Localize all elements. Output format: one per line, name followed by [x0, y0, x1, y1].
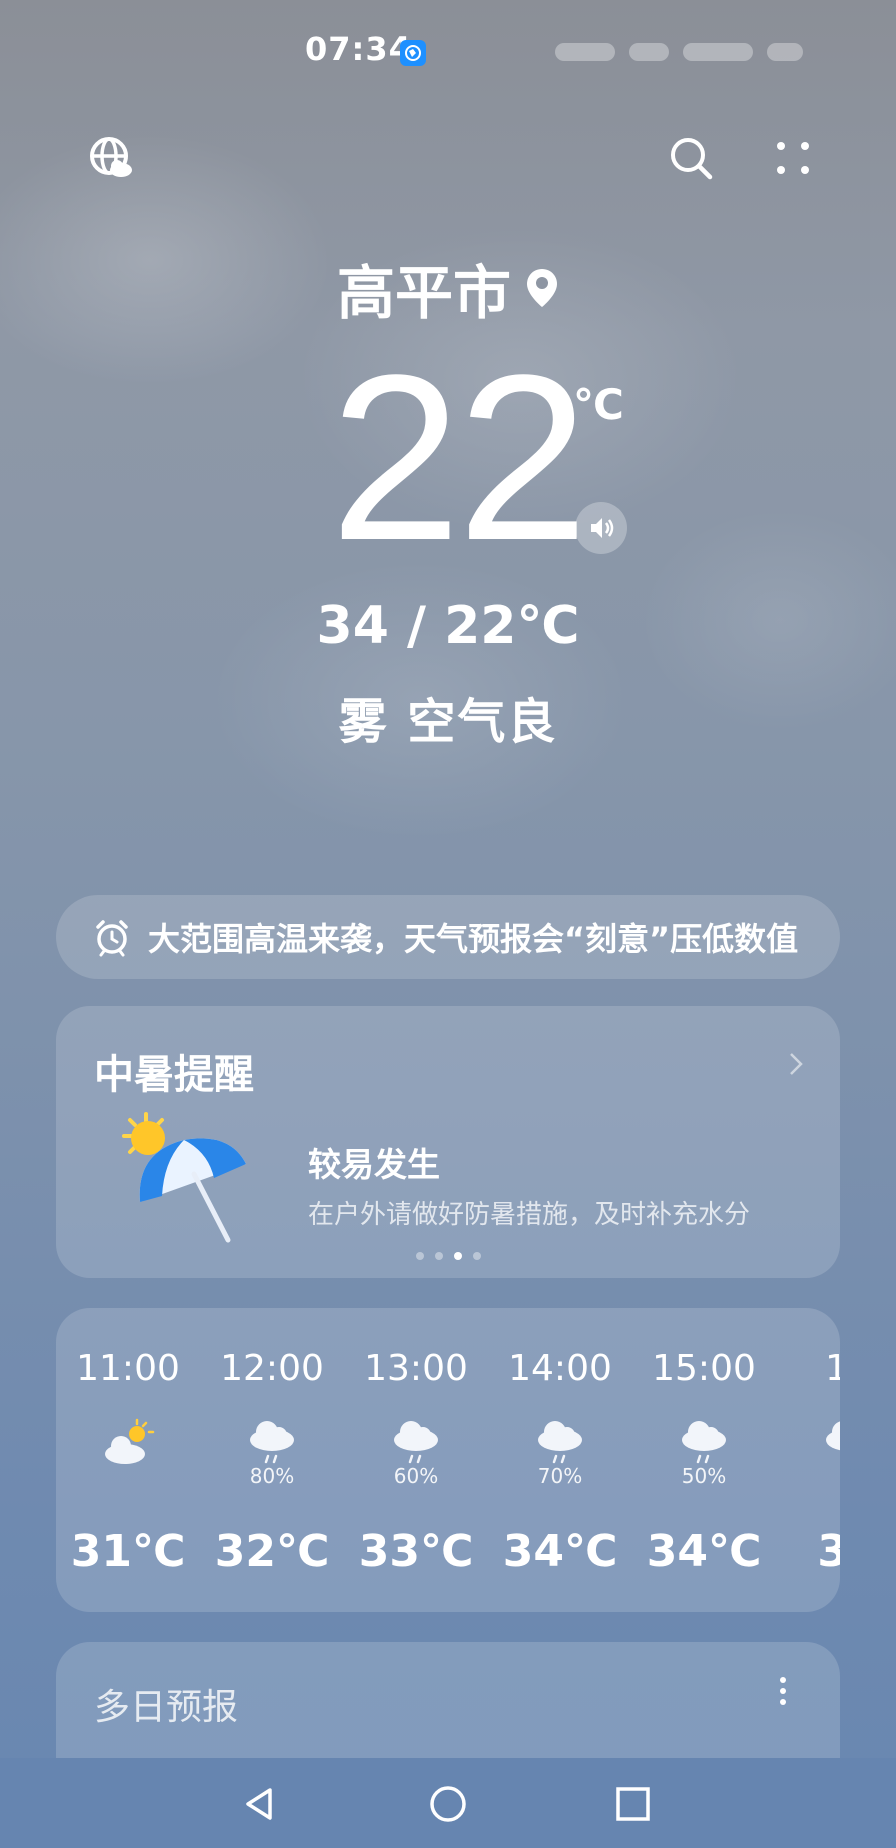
more-vertical-icon[interactable]	[778, 1676, 788, 1710]
hour-time: 12:00	[220, 1348, 324, 1389]
news-banner[interactable]: 大范围高温来袭，天气预报会“刻意”压低数值	[56, 895, 840, 979]
hour-item[interactable]: 14:00 70% 34℃	[488, 1308, 632, 1612]
alarm-clock-icon	[96, 920, 128, 957]
home-circle-icon[interactable]	[420, 1776, 476, 1832]
hour-item[interactable]: 15:00 50% 34℃	[632, 1308, 776, 1612]
hour-precipitation: 8	[776, 1464, 840, 1488]
speaker-icon[interactable]	[575, 502, 627, 554]
partly-sunny-icon	[105, 1418, 155, 1464]
hour-temperature: 33℃	[358, 1526, 474, 1577]
light-rain-icon	[394, 1421, 438, 1464]
hour-item[interactable]: 13:00 60% 33℃	[344, 1308, 488, 1612]
city-name: 高平市	[336, 259, 511, 327]
temperature-unit: ℃	[573, 380, 624, 429]
hour-temperature: 34℃	[646, 1526, 762, 1577]
light-rain-icon	[682, 1421, 726, 1464]
back-triangle-icon[interactable]	[232, 1776, 288, 1832]
hour-time: 15:00	[652, 1348, 756, 1389]
temperature-range: 34 / 22℃	[316, 596, 580, 656]
hour-precipitation: 80%	[249, 1464, 295, 1488]
chevron-right-icon[interactable]	[788, 1050, 804, 1085]
navigation-bar	[0, 1758, 896, 1848]
heat-card-title: 中暑提醒	[94, 1052, 254, 1098]
hour-precipitation: 60%	[393, 1464, 439, 1488]
hour-time: 16	[825, 1348, 840, 1389]
forecast-title: 多日预报	[94, 1687, 239, 1728]
page-dot	[435, 1252, 443, 1260]
page-dot	[473, 1252, 481, 1260]
light-rain-icon	[250, 1421, 294, 1464]
hour-time: 11:00	[76, 1348, 180, 1389]
hour-item[interactable]: 11:00 31℃	[56, 1308, 200, 1612]
light-rain-icon	[826, 1421, 840, 1451]
hour-temperature: 34℃	[502, 1526, 618, 1577]
page-indicator	[416, 1252, 481, 1260]
page-dot	[416, 1252, 424, 1260]
hour-temperature: 32℃	[214, 1526, 330, 1577]
hour-time: 14:00	[508, 1348, 612, 1389]
hour-precipitation: 70%	[537, 1464, 583, 1488]
heat-advice: 在户外请做好防暑措施，及时补充水分	[308, 1200, 751, 1230]
hour-temperature: 31℃	[70, 1526, 186, 1577]
weather-condition: 雾 空气良	[338, 694, 558, 750]
light-rain-icon	[538, 1421, 582, 1464]
hour-item[interactable]: 12:00 80% 32℃	[200, 1308, 344, 1612]
grid-dots-icon[interactable]	[765, 130, 821, 186]
sun-umbrella-icon	[118, 1112, 258, 1252]
search-icon[interactable]	[663, 130, 719, 186]
browser-globe-icon	[400, 40, 426, 66]
status-bar: 07:34	[0, 0, 896, 104]
multi-day-forecast[interactable]: 多日预报	[56, 1642, 840, 1762]
recent-square-icon[interactable]	[605, 1776, 661, 1832]
current-temperature: 22	[330, 326, 589, 590]
hourly-forecast[interactable]: 11:00 31℃ 12:00 80% 32℃ 13:00 60% 33℃ 14…	[56, 1308, 840, 1612]
news-text: 大范围高温来袭，天气预报会“刻意”压低数值	[148, 920, 799, 958]
hour-temperature: 33	[817, 1526, 840, 1577]
hour-time: 13:00	[364, 1348, 468, 1389]
status-indicators	[555, 38, 855, 66]
location-pin-icon	[527, 269, 557, 307]
heat-stroke-card[interactable]: 中暑提醒 较易发生 在户外请做好防暑措施，及时补充水分	[56, 1006, 840, 1278]
globe-cloud-icon[interactable]	[83, 130, 139, 186]
heat-risk-level: 较易发生	[308, 1145, 440, 1184]
hour-item[interactable]: 16 8 33	[776, 1308, 840, 1612]
hour-precipitation: 50%	[681, 1464, 727, 1488]
status-time: 07:34	[305, 30, 412, 68]
page-dot-active	[454, 1252, 462, 1260]
city-row[interactable]: 高平市	[0, 246, 896, 330]
